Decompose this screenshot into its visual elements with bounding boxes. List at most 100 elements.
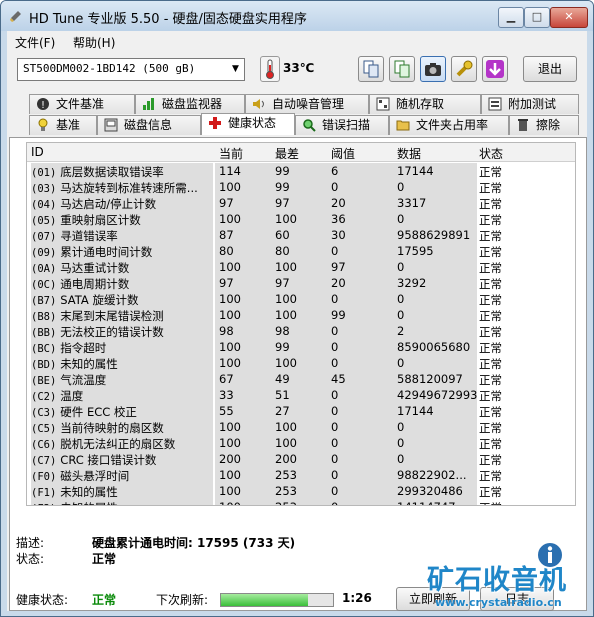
drive-select[interactable]: ST500DM002-1BD142 (500 gB) ▼	[17, 58, 245, 81]
table-row[interactable]: (04) 马达启动/停止计数 97 97 20 3317 正常	[27, 195, 575, 212]
worst-value: 80	[271, 243, 327, 260]
worst-value: 100	[271, 259, 327, 276]
table-row[interactable]: (C5) 当前待映射的扇区数 100 100 0 0 正常	[27, 419, 575, 436]
tab-row-top: ! 文件基准 磁盘监视器 自动噪音管理 随机存取 附加测试	[7, 94, 587, 115]
description-value: 硬盘累计通电时间: 17595 (733 天)	[92, 536, 296, 550]
threshold-value: 97	[327, 259, 393, 276]
attribute-name-cell: (B7) SATA 旋缓计数	[31, 291, 213, 308]
attribute-name-cell: (F0) 磁头悬浮时间	[31, 467, 213, 484]
menu-file[interactable]: 文件(F)	[15, 34, 55, 51]
menu-help[interactable]: 帮助(H)	[73, 34, 115, 51]
table-row[interactable]: (C7) CRC 接口错误计数 200 200 0 0 正常	[27, 451, 575, 468]
attribute-name-cell: (C5) 当前待映射的扇区数	[31, 419, 213, 436]
status-cell: 正常	[479, 373, 502, 387]
current-value: 100	[215, 355, 271, 372]
worst-value: 98	[271, 323, 327, 340]
raw-data-value: 588120097	[393, 371, 477, 388]
table-row[interactable]: (03) 马达旋转到标准转速所需... 100 99 0 0 正常	[27, 179, 575, 196]
tab-file-benchmark[interactable]: ! 文件基准	[29, 94, 135, 114]
tab-erase[interactable]: 擦除	[509, 115, 579, 135]
tab-benchmark[interactable]: 基准	[29, 115, 97, 135]
attribute-name-cell: (F1) 未知的属性	[31, 483, 213, 500]
col-threshold[interactable]: 阈值	[331, 145, 355, 162]
tab-label: 磁盘监视器	[162, 97, 223, 111]
attribute-name: 指令超时	[60, 341, 107, 355]
status-cell: 正常	[479, 165, 502, 179]
attribute-name: 未知的属性	[60, 357, 118, 371]
raw-data-value: 42949672993	[393, 387, 477, 404]
table-row[interactable]: (C3) 硬件 ECC 校正 55 27 0 17144 正常	[27, 403, 575, 420]
tab-folder-usage[interactable]: 文件夹占用率	[389, 115, 509, 135]
attribute-name-cell: (F2) 未知的属性	[31, 499, 213, 505]
minimize-button[interactable]: ▁	[498, 7, 524, 28]
tab-disk-monitor[interactable]: 磁盘监视器	[135, 94, 245, 114]
raw-data-value: 8590065680	[393, 339, 477, 356]
close-button[interactable]: ✕	[550, 7, 588, 28]
col-id[interactable]: ID	[31, 145, 44, 159]
attribute-code: (BD)	[31, 359, 57, 371]
table-row[interactable]: (F0) 磁头悬浮时间 100 253 0 98822902... 正常	[27, 467, 575, 484]
table-row[interactable]: (C2) 温度 33 51 0 42949672993 正常	[27, 387, 575, 404]
table-row[interactable]: (C6) 脱机无法纠正的扇区数 100 100 0 0 正常	[27, 435, 575, 452]
table-row[interactable]: (F2) 未知的属性 100253014114747正常	[27, 499, 575, 505]
table-row[interactable]: (BE) 气流温度 67 49 45 588120097 正常	[27, 371, 575, 388]
col-current[interactable]: 当前	[219, 145, 243, 162]
raw-data-value: 3292	[393, 275, 477, 292]
col-worst[interactable]: 最差	[275, 145, 299, 162]
raw-data-value: 0	[393, 291, 477, 308]
threshold-value: 0	[327, 355, 393, 372]
smart-table[interactable]: ID 当前 最差 阈值 数据 状态 (01) 底层数据读取错误率 114 99 6 171…	[26, 142, 576, 506]
table-row[interactable]: (0C) 通电周期计数 97 97 20 3292 正常	[27, 275, 575, 292]
save-screenshot-button[interactable]	[482, 56, 508, 82]
attribute-name-cell: (BC) 指令超时	[31, 339, 213, 356]
maximize-button[interactable]: □	[524, 7, 550, 28]
attribute-code: (BE)	[31, 375, 57, 387]
screenshot-button[interactable]	[420, 56, 446, 82]
tab-label: 健康状态	[228, 116, 277, 130]
tab-noise-management[interactable]: 自动噪音管理	[245, 94, 369, 114]
attribute-name: 累计通电时间计数	[60, 245, 153, 259]
col-data[interactable]: 数据	[397, 145, 421, 162]
tab-error-scan[interactable]: 错误扫描	[295, 115, 389, 135]
table-row[interactable]: (01) 底层数据读取错误率 114 99 6 17144 正常	[27, 163, 575, 180]
table-row[interactable]: (05) 重映射扇区计数 100 100 36 0 正常	[27, 211, 575, 228]
table-row[interactable]: (F1) 未知的属性 100 253 0 299320486 正常	[27, 483, 575, 500]
file-benchmark-icon: !	[37, 98, 49, 111]
tab-random-access[interactable]: 随机存取	[369, 94, 481, 114]
table-row[interactable]: (09) 累计通电时间计数 80 80 0 17595 正常	[27, 243, 575, 260]
col-status[interactable]: 状态	[479, 145, 503, 162]
table-row[interactable]: (0A) 马达重试计数 100 100 97 0 正常	[27, 259, 575, 276]
table-row[interactable]: (BC) 指令超时 100 99 0 8590065680 正常	[27, 339, 575, 356]
current-value: 200	[215, 451, 271, 468]
copy-all-button[interactable]	[389, 56, 415, 82]
table-row[interactable]: (B7) SATA 旋缓计数 100 100 0 0 正常	[27, 291, 575, 308]
table-row[interactable]: (B8) 末尾到末尾错误检测 100 100 99 0 正常	[27, 307, 575, 324]
health-status-label: 健康状态:	[16, 593, 69, 607]
attribute-name-cell: (09) 累计通电时间计数	[31, 243, 213, 260]
attribute-code: (F1)	[31, 487, 57, 499]
status-cell: 正常	[479, 469, 502, 483]
tab-health[interactable]: 健康状态	[201, 113, 295, 135]
status-cell: 正常	[479, 293, 502, 307]
raw-data-value: 3317	[393, 195, 477, 212]
table-row[interactable]: (BB) 无法校正的错误计数 98 98 0 2 正常	[27, 323, 575, 340]
title-bar[interactable]: HD Tune 专业版 5.50 - 硬盘/固态硬盘实用程序 ▁ □ ✕	[1, 1, 593, 31]
threshold-value: 6	[327, 163, 393, 180]
attribute-code: (F0)	[31, 471, 57, 483]
table-row[interactable]: (BD) 未知的属性 100 100 0 0 正常	[27, 355, 575, 372]
current-value: 33	[215, 387, 271, 404]
worst-value: 99	[271, 339, 327, 356]
attribute-name-cell: (C2) 温度	[31, 387, 213, 404]
exit-button[interactable]: 退出	[523, 56, 577, 82]
status-cell: 正常	[479, 197, 502, 211]
tab-extra-tests[interactable]: 附加测试	[481, 94, 579, 114]
hdtune-app-icon	[10, 11, 21, 22]
tab-disk-info[interactable]: 磁盘信息	[97, 115, 201, 135]
table-row[interactable]: (07) 寻道错误率 87 60 30 9588629891 正常	[27, 227, 575, 244]
copy-info-button[interactable]	[358, 56, 384, 82]
attribute-name: 重映射扇区计数	[60, 213, 141, 227]
worst-value: 100	[271, 435, 327, 452]
raw-data-value: 299320486	[393, 483, 477, 500]
worst-value: 51	[271, 387, 327, 404]
options-button[interactable]	[451, 56, 477, 82]
